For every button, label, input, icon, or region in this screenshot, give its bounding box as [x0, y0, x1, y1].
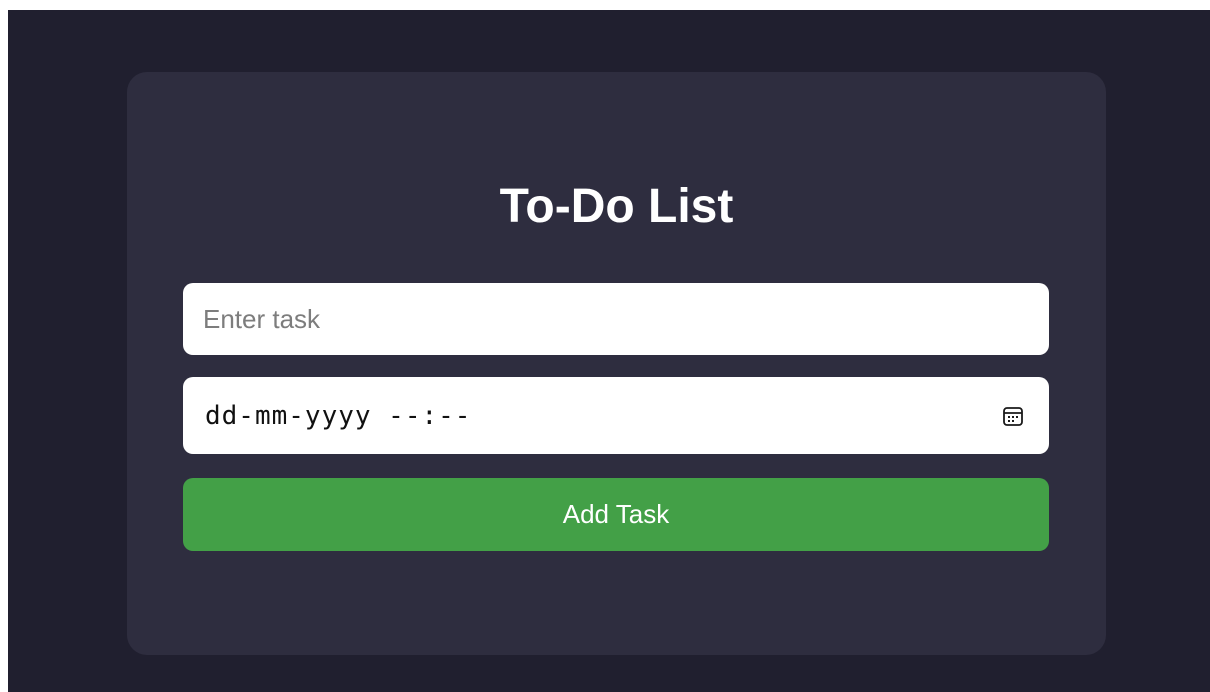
- datetime-placeholder: dd-mm-yyyy --:--: [205, 400, 472, 431]
- app-viewport: To-Do List dd-mm-yyyy --:-- Add Task: [8, 10, 1210, 692]
- page-title: To-Do List: [499, 180, 734, 233]
- due-datetime-input[interactable]: dd-mm-yyyy --:--: [183, 377, 1049, 454]
- add-task-button[interactable]: Add Task: [183, 478, 1049, 551]
- calendar-icon[interactable]: [999, 402, 1027, 430]
- task-input[interactable]: [183, 283, 1049, 355]
- todo-card: To-Do List dd-mm-yyyy --:-- Add Task: [127, 72, 1106, 655]
